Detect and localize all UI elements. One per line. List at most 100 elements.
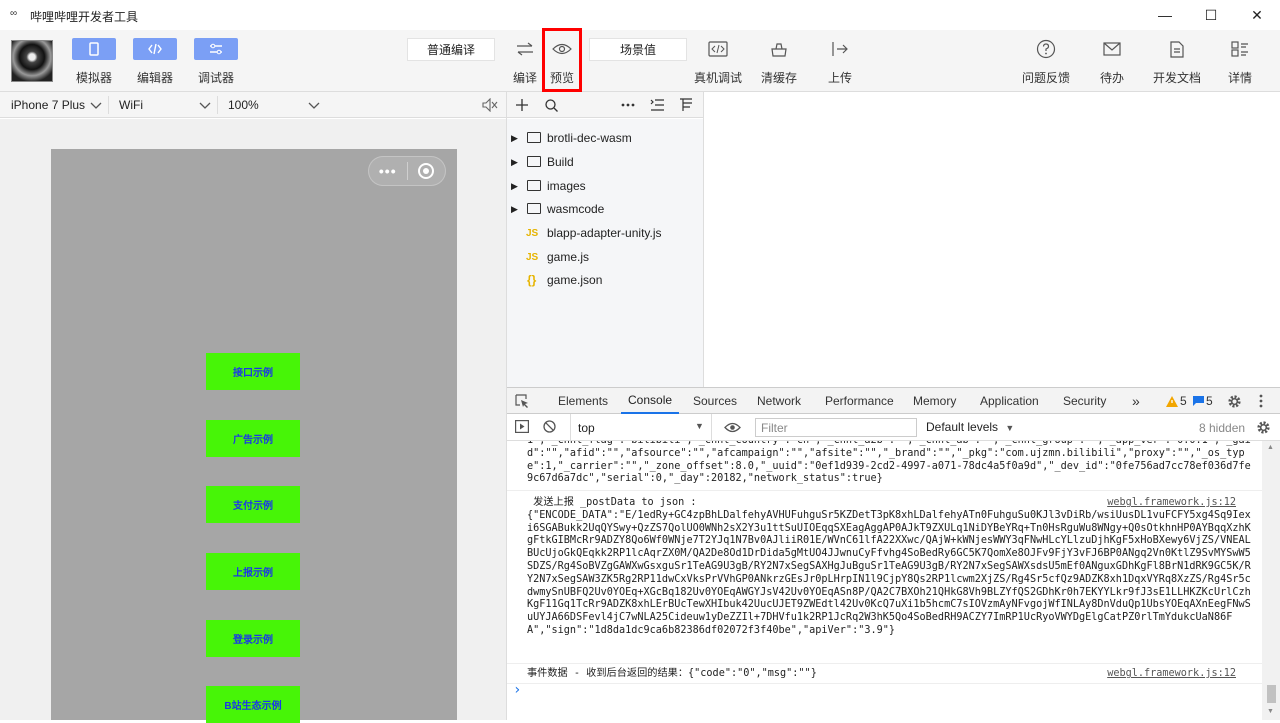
tree-item-folder[interactable]: ▶ wasmcode bbox=[507, 198, 703, 220]
clear-cache-button[interactable] bbox=[764, 38, 794, 60]
tab-memory[interactable]: Memory bbox=[913, 388, 956, 414]
phone-icon bbox=[89, 42, 99, 56]
more-options-button[interactable] bbox=[619, 96, 637, 114]
simulator-toggle-button[interactable] bbox=[72, 38, 116, 60]
search-icon bbox=[544, 98, 558, 112]
split-layout-button[interactable] bbox=[677, 96, 695, 114]
upload-button[interactable] bbox=[825, 38, 855, 60]
network-select[interactable]: WiFi bbox=[109, 92, 217, 118]
scene-value-select[interactable]: 场景值 bbox=[589, 38, 687, 61]
todo-label: 待办 bbox=[1099, 71, 1124, 85]
document-icon bbox=[1170, 40, 1184, 58]
debugger-toggle-button[interactable] bbox=[194, 38, 238, 60]
details-button[interactable] bbox=[1225, 38, 1255, 60]
tree-item-label: game.json bbox=[547, 273, 603, 287]
tab-performance[interactable]: Performance bbox=[825, 388, 894, 414]
bilibili-ecosystem-example-button[interactable]: B站生态示例 bbox=[206, 686, 300, 723]
tab-security[interactable]: Security bbox=[1063, 388, 1106, 414]
warnings-badge[interactable]: 5 bbox=[1166, 388, 1187, 414]
log-levels-select[interactable]: Default levels ▼ bbox=[926, 420, 1026, 437]
maximize-button[interactable]: ☐ bbox=[1188, 0, 1234, 30]
avatar[interactable] bbox=[11, 40, 53, 82]
folder-icon bbox=[527, 180, 541, 191]
simulator-panel: ••• 接口示例 广告示例 支付示例 上报示例 登录示例 B站生态示例 bbox=[0, 119, 506, 723]
tab-sources[interactable]: Sources bbox=[693, 388, 737, 414]
folder-icon bbox=[527, 156, 541, 167]
close-button[interactable]: ✕ bbox=[1234, 0, 1280, 30]
network-value: WiFi bbox=[119, 98, 143, 112]
hidden-count: 8 hidden bbox=[1199, 421, 1246, 435]
sliders-icon bbox=[210, 43, 222, 55]
log-separator bbox=[507, 663, 1262, 664]
console-scrollbar[interactable]: ▲ ▼ bbox=[1262, 441, 1280, 720]
todo-button[interactable] bbox=[1097, 38, 1127, 60]
phone-screen[interactable]: ••• 接口示例 广告示例 支付示例 上报示例 登录示例 B站生态示例 bbox=[51, 149, 457, 723]
clear-console-button[interactable] bbox=[543, 420, 556, 436]
menu-capsule[interactable]: ••• bbox=[368, 156, 446, 186]
editor-area[interactable] bbox=[704, 92, 1280, 387]
block-icon bbox=[543, 420, 556, 433]
tab-network[interactable]: Network bbox=[757, 388, 801, 414]
login-example-button[interactable]: 登录示例 bbox=[206, 620, 300, 657]
live-expression-button[interactable] bbox=[724, 422, 741, 436]
device-select[interactable]: iPhone 7 Plus bbox=[0, 92, 108, 118]
log-source-link[interactable]: webgl.framework.js:12 bbox=[1107, 668, 1236, 681]
layout-split-icon bbox=[680, 98, 692, 111]
tab-console[interactable]: Console bbox=[621, 388, 680, 414]
console-log-entry: 1","_chnl_flag":"bilibili","_chnl_countr… bbox=[527, 441, 1251, 485]
device-value: iPhone 7 Plus bbox=[11, 98, 86, 112]
console-settings-button[interactable] bbox=[1256, 420, 1271, 438]
devtools-menu-button[interactable] bbox=[1259, 388, 1263, 414]
api-example-button[interactable]: 接口示例 bbox=[206, 353, 300, 390]
messages-badge[interactable]: 5 bbox=[1193, 388, 1213, 414]
context-value: top bbox=[578, 421, 595, 435]
scroll-up-icon[interactable]: ▲ bbox=[1267, 444, 1274, 451]
editor-label: 编辑器 bbox=[136, 71, 173, 85]
compile-mode-select[interactable]: 普通编译 bbox=[407, 38, 495, 61]
more-dots-icon[interactable]: ••• bbox=[369, 163, 407, 179]
payment-example-button[interactable]: 支付示例 bbox=[206, 486, 300, 523]
editor-toggle-button[interactable] bbox=[133, 38, 177, 60]
compile-button[interactable] bbox=[510, 38, 540, 60]
tab-application[interactable]: Application bbox=[980, 388, 1039, 414]
devtools-settings-button[interactable] bbox=[1227, 388, 1242, 414]
broom-icon bbox=[771, 43, 787, 57]
ad-example-button[interactable]: 广告示例 bbox=[206, 420, 300, 457]
tree-item-folder[interactable]: ▶ images bbox=[507, 175, 703, 197]
sidebar-play-icon bbox=[515, 420, 530, 434]
chevron-down-icon bbox=[90, 102, 102, 109]
feedback-button[interactable] bbox=[1031, 38, 1061, 60]
zoom-value: 100% bbox=[228, 98, 259, 112]
close-circle-icon[interactable] bbox=[407, 163, 445, 179]
more-tabs-button[interactable]: » bbox=[1132, 388, 1140, 414]
tree-item-file[interactable]: JS game.js bbox=[507, 246, 703, 268]
compile-label: 编译 bbox=[512, 71, 537, 85]
dev-docs-button[interactable] bbox=[1162, 38, 1192, 60]
mute-button[interactable] bbox=[482, 97, 498, 115]
scrollbar-thumb[interactable] bbox=[1267, 685, 1276, 703]
tree-item-file[interactable]: {} game.json bbox=[507, 269, 703, 291]
tree-item-folder[interactable]: ▶ Build bbox=[507, 151, 703, 173]
minimize-button[interactable]: — bbox=[1142, 0, 1188, 30]
tree-item-file[interactable]: JS blapp-adapter-unity.js bbox=[507, 222, 703, 244]
console-prompt[interactable]: › bbox=[513, 683, 521, 697]
console-output[interactable]: 1","_chnl_flag":"bilibili","_chnl_countr… bbox=[507, 441, 1262, 720]
switch-arrows-icon bbox=[517, 42, 533, 56]
json-file-icon: {} bbox=[527, 273, 537, 287]
collapse-tree-button[interactable] bbox=[648, 96, 666, 114]
inspect-element-button[interactable] bbox=[515, 388, 529, 414]
console-log-entry: 事件数据 - 收到后台返回的结果：{"code":"0","msg":""} bbox=[527, 668, 817, 679]
toggle-sidebar-button[interactable] bbox=[515, 420, 530, 436]
search-files-button[interactable] bbox=[542, 96, 560, 114]
tab-elements[interactable]: Elements bbox=[558, 388, 608, 414]
scroll-down-icon[interactable]: ▼ bbox=[1267, 708, 1274, 715]
tree-item-folder[interactable]: ▶ brotli-dec-wasm bbox=[507, 127, 703, 149]
zoom-select[interactable]: 100% bbox=[218, 92, 326, 118]
context-select[interactable]: top ▼ bbox=[571, 414, 711, 441]
report-example-button[interactable]: 上报示例 bbox=[206, 553, 300, 590]
real-device-debug-button[interactable] bbox=[703, 38, 733, 60]
log-source-link[interactable]: webgl.framework.js:12 bbox=[1107, 497, 1236, 510]
console-filter-input[interactable]: Filter bbox=[755, 418, 917, 437]
add-file-button[interactable] bbox=[513, 96, 531, 114]
upload-label: 上传 bbox=[827, 71, 852, 85]
